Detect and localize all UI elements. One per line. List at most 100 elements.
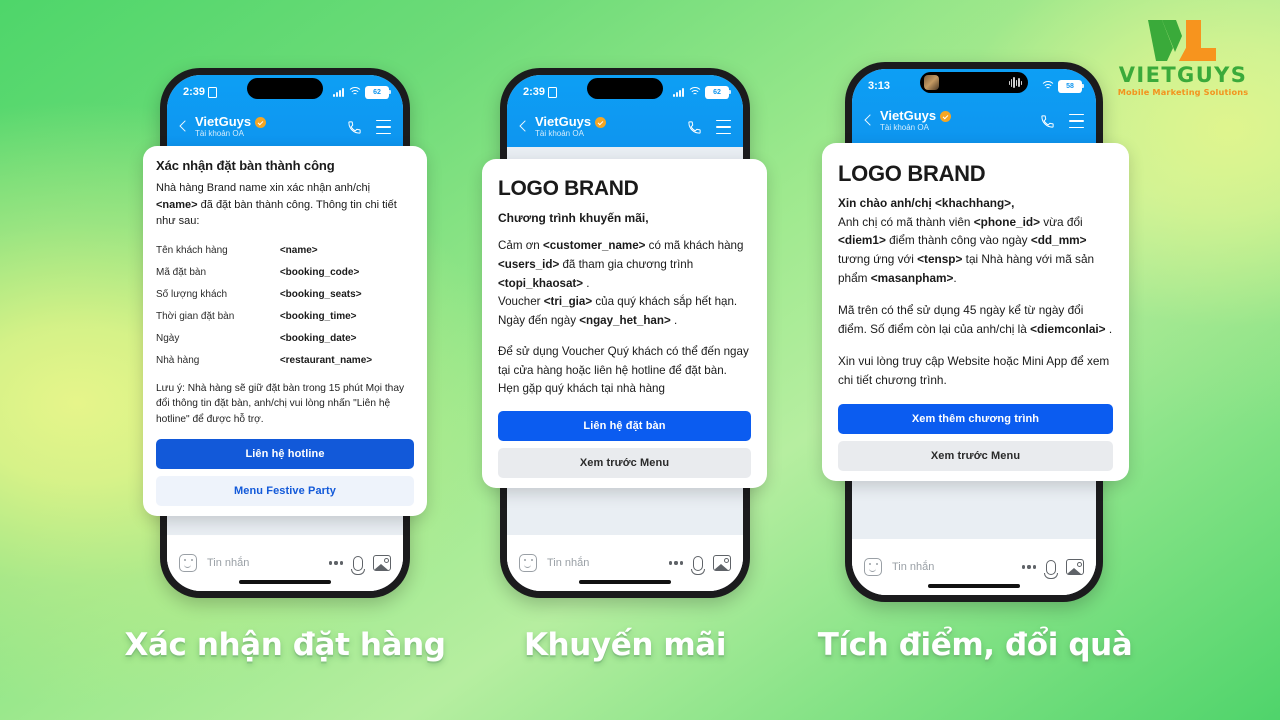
preview-menu-button[interactable]: Xem trước Menu — [498, 448, 751, 479]
contact-booking-button[interactable]: Liên hệ đặt bàn — [498, 411, 751, 442]
table-row: Số lượng khách <booking_seats> — [156, 284, 414, 306]
microphone-icon[interactable] — [691, 555, 705, 575]
photo-icon[interactable] — [1066, 559, 1084, 575]
caption-promotion: Khuyến mãi — [523, 627, 727, 663]
zns-card-loyalty: LOGO BRAND Xin chào anh/chị <khachhang>,… — [822, 143, 1129, 481]
chat-header-2: VietGuys Tài khoản OA — [507, 107, 743, 147]
card-lead-bold: <name> — [156, 198, 198, 211]
call-icon[interactable] — [687, 120, 702, 135]
zns-card-promotion: LOGO BRAND Chương trình khuyến mãi, Cảm … — [482, 159, 767, 489]
table-row: Mã đặt bàn <booking_code> — [156, 262, 414, 284]
chat-header-1: VietGuys Tài khoản OA — [167, 107, 403, 147]
microphone-icon[interactable] — [351, 555, 365, 575]
menu-festive-party-button[interactable]: Menu Festive Party — [156, 475, 414, 506]
view-more-program-button[interactable]: Xem thêm chương trình — [838, 403, 1113, 434]
card-paragraph-3: Xin vui lòng truy cập Website hoặc Mini … — [838, 354, 1110, 387]
caption-booking: Xác nhận đặt hàng — [124, 627, 446, 663]
battery-level: 62 — [373, 88, 381, 96]
card-paragraph-2: Mã trên có thể sử dụng 45 ngày kể từ ngà… — [838, 303, 1113, 336]
emoji-icon[interactable] — [864, 558, 882, 576]
cellular-signal-icon — [333, 87, 344, 97]
more-options-icon[interactable] — [1021, 565, 1036, 569]
wifi-icon — [687, 87, 702, 97]
zalo-top-2: 2:39 62 VietGuys Tài khoản OA — [507, 75, 743, 147]
card-paragraph-1: Xin chào anh/chị <khachhang>, Anh chị có… — [838, 194, 1113, 287]
card-note: Lưu ý: Nhà hàng sẽ giữ đặt bàn trong 15 … — [156, 382, 405, 426]
dynamic-island — [587, 78, 663, 99]
zns-card-booking-confirmation: Xác nhận đặt bàn thành công Nhà hàng Bra… — [143, 146, 427, 516]
more-options-icon[interactable] — [668, 561, 683, 565]
back-icon[interactable] — [860, 113, 876, 129]
oa-name: VietGuys — [880, 108, 937, 124]
menu-icon[interactable] — [376, 119, 391, 135]
alarm-icon — [208, 86, 218, 98]
zalo-top-1: 2:39 62 VietGuys Tài khoản OA — [167, 75, 403, 147]
battery-level: 58 — [1066, 82, 1074, 90]
oa-name: VietGuys — [195, 114, 252, 130]
dynamic-island — [247, 78, 323, 99]
microphone-icon[interactable] — [1044, 559, 1058, 579]
chat-identity: VietGuys Tài khoản OA — [535, 115, 687, 138]
row-value: <booking_time> — [279, 311, 357, 322]
call-icon[interactable] — [1040, 114, 1055, 129]
caption-loyalty: Tích điểm, đổi quà — [817, 627, 1133, 663]
chat-name-row: VietGuys — [880, 109, 1040, 123]
oa-subtitle: Tài khoản OA — [535, 129, 584, 139]
verified-badge-icon — [255, 116, 267, 128]
verified-badge-icon — [940, 110, 952, 122]
brand-logo-text: LOGO BRAND — [838, 161, 986, 186]
row-key: Tên khách hàng — [156, 245, 228, 256]
chat-name-row: VietGuys — [195, 115, 347, 129]
row-value: <booking_code> — [279, 267, 360, 278]
zalo-top-3: 3:13 58 VietGuys Tài khoản OA — [852, 69, 1096, 145]
chat-name-row: VietGuys — [535, 115, 687, 129]
row-value: <name> — [279, 245, 318, 256]
phone-mockups: 2:39 62 VietGuys Tài khoản OA Tin nhắn X… — [0, 0, 1280, 720]
emoji-icon[interactable] — [179, 554, 197, 572]
chat-identity: VietGuys Tài khoản OA — [195, 115, 347, 138]
status-time: 3:13 — [868, 80, 891, 92]
more-options-icon[interactable] — [328, 561, 343, 565]
card-title: Xác nhận đặt bàn thành công — [156, 158, 335, 173]
home-indicator — [579, 580, 671, 584]
booking-details-table: Tên khách hàng <name> Mã đặt bàn <bookin… — [156, 240, 414, 372]
card-subtitle: Chương trình khuyến mãi, — [498, 211, 649, 225]
message-input[interactable]: Tin nhắn — [207, 557, 319, 569]
photo-icon[interactable] — [373, 555, 391, 571]
card-paragraph-2: Để sử dụng Voucher Quý khách có thể đến … — [498, 344, 749, 396]
verified-badge-icon — [595, 116, 607, 128]
table-row: Thời gian đặt bàn <booking_time> — [156, 306, 414, 328]
contact-hotline-button[interactable]: Liên hệ hotline — [156, 438, 414, 469]
battery-icon: 62 — [705, 85, 731, 99]
row-value: <booking_date> — [279, 333, 357, 344]
row-key: Số lượng khách — [156, 289, 228, 300]
header-actions — [687, 119, 731, 135]
message-input[interactable]: Tin nhắn — [547, 557, 659, 569]
preview-menu-button[interactable]: Xem trước Menu — [838, 440, 1113, 471]
status-bar-3: 3:13 58 — [852, 69, 1096, 101]
cellular-signal-icon — [673, 87, 684, 97]
card-paragraph-1-body: Anh chị có mã thành viên <phone_id> vừa … — [838, 214, 1095, 285]
status-bar-1: 2:39 62 — [167, 75, 403, 107]
battery-level: 62 — [713, 88, 721, 96]
menu-icon[interactable] — [716, 119, 731, 135]
battery-icon: 58 — [1058, 79, 1084, 93]
brand-logo-text: LOGO BRAND — [498, 177, 639, 200]
back-icon[interactable] — [515, 119, 531, 135]
wifi-icon — [347, 87, 362, 97]
row-key: Thời gian đặt bàn — [156, 311, 235, 322]
menu-icon[interactable] — [1069, 113, 1084, 129]
card-lead: Nhà hàng Brand name xin xác nhận anh/chị… — [156, 180, 414, 230]
call-icon[interactable] — [347, 120, 362, 135]
wifi-icon — [1040, 81, 1055, 91]
photo-icon[interactable] — [713, 555, 731, 571]
status-time: 2:39 — [523, 86, 546, 98]
home-indicator — [928, 584, 1020, 588]
chat-identity: VietGuys Tài khoản OA — [880, 109, 1040, 132]
row-key: Ngày — [156, 333, 180, 344]
header-actions — [1040, 113, 1084, 129]
message-input[interactable]: Tin nhắn — [892, 561, 1012, 573]
back-icon[interactable] — [175, 119, 191, 135]
oa-name: VietGuys — [535, 114, 592, 130]
emoji-icon[interactable] — [519, 554, 537, 572]
